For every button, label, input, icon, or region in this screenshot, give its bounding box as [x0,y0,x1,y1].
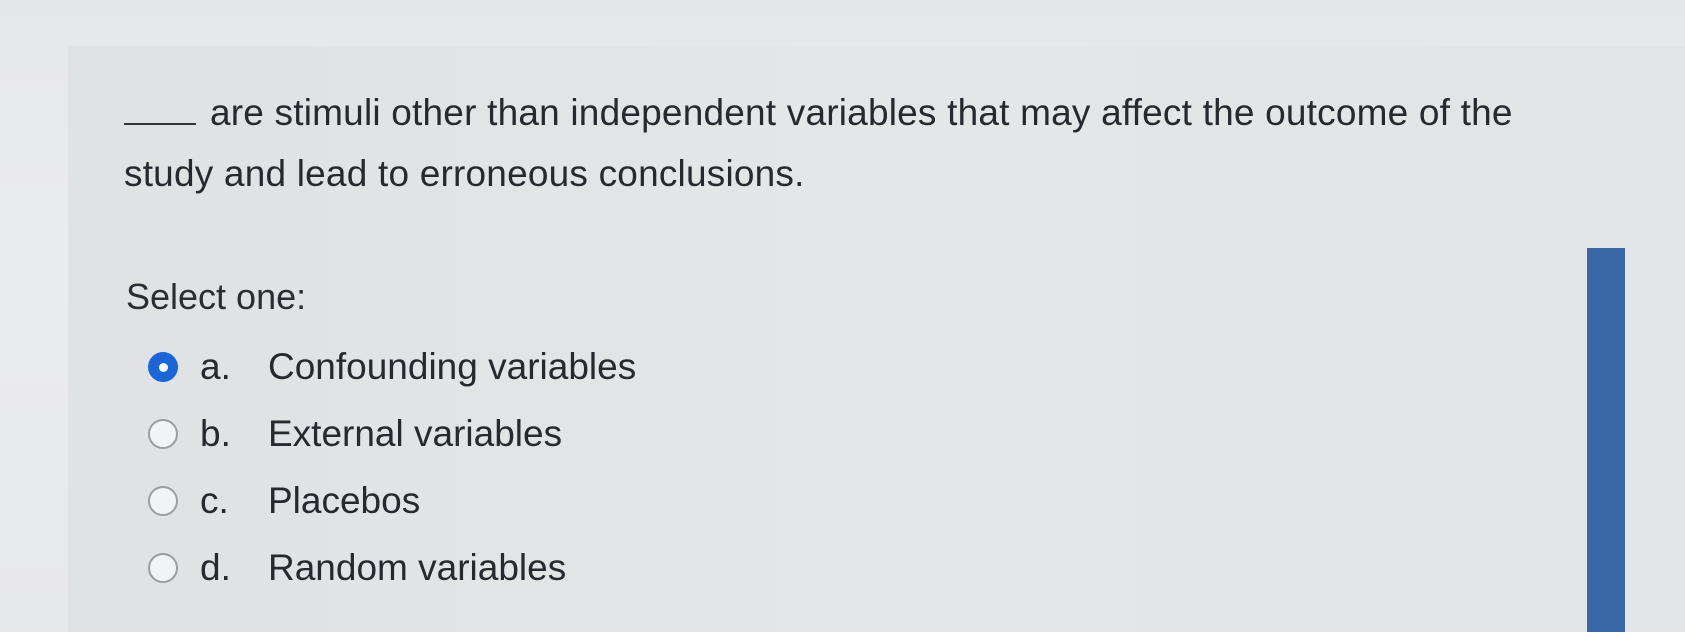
option-label[interactable]: Random variables [268,547,566,589]
option-c[interactable]: c. Placebos [148,476,420,526]
option-letter: d. [200,547,231,588]
option-label[interactable]: Placebos [268,480,420,522]
option-b[interactable]: b. External variables [148,409,562,459]
radio-selected-icon[interactable] [148,352,178,382]
answer-blank [124,123,196,125]
radio-unselected-icon[interactable] [148,419,178,449]
option-label[interactable]: Confounding variables [268,346,636,388]
option-a[interactable]: a. Confounding variables [148,342,636,392]
screen: are stimuli other than independent varia… [0,0,1685,632]
radio-unselected-icon[interactable] [148,553,178,583]
option-d[interactable]: d. Random variables [148,543,566,593]
question-body: are stimuli other than independent varia… [124,92,1513,194]
question-text: are stimuli other than independent varia… [124,82,1604,204]
option-label[interactable]: External variables [268,413,562,455]
navigation-sidebar-bar[interactable] [1587,248,1625,632]
select-prompt: Select one: [126,276,307,317]
radio-unselected-icon[interactable] [148,486,178,516]
option-letter: a. [200,346,231,387]
option-letter: b. [200,413,231,454]
option-letter: c. [200,480,229,521]
